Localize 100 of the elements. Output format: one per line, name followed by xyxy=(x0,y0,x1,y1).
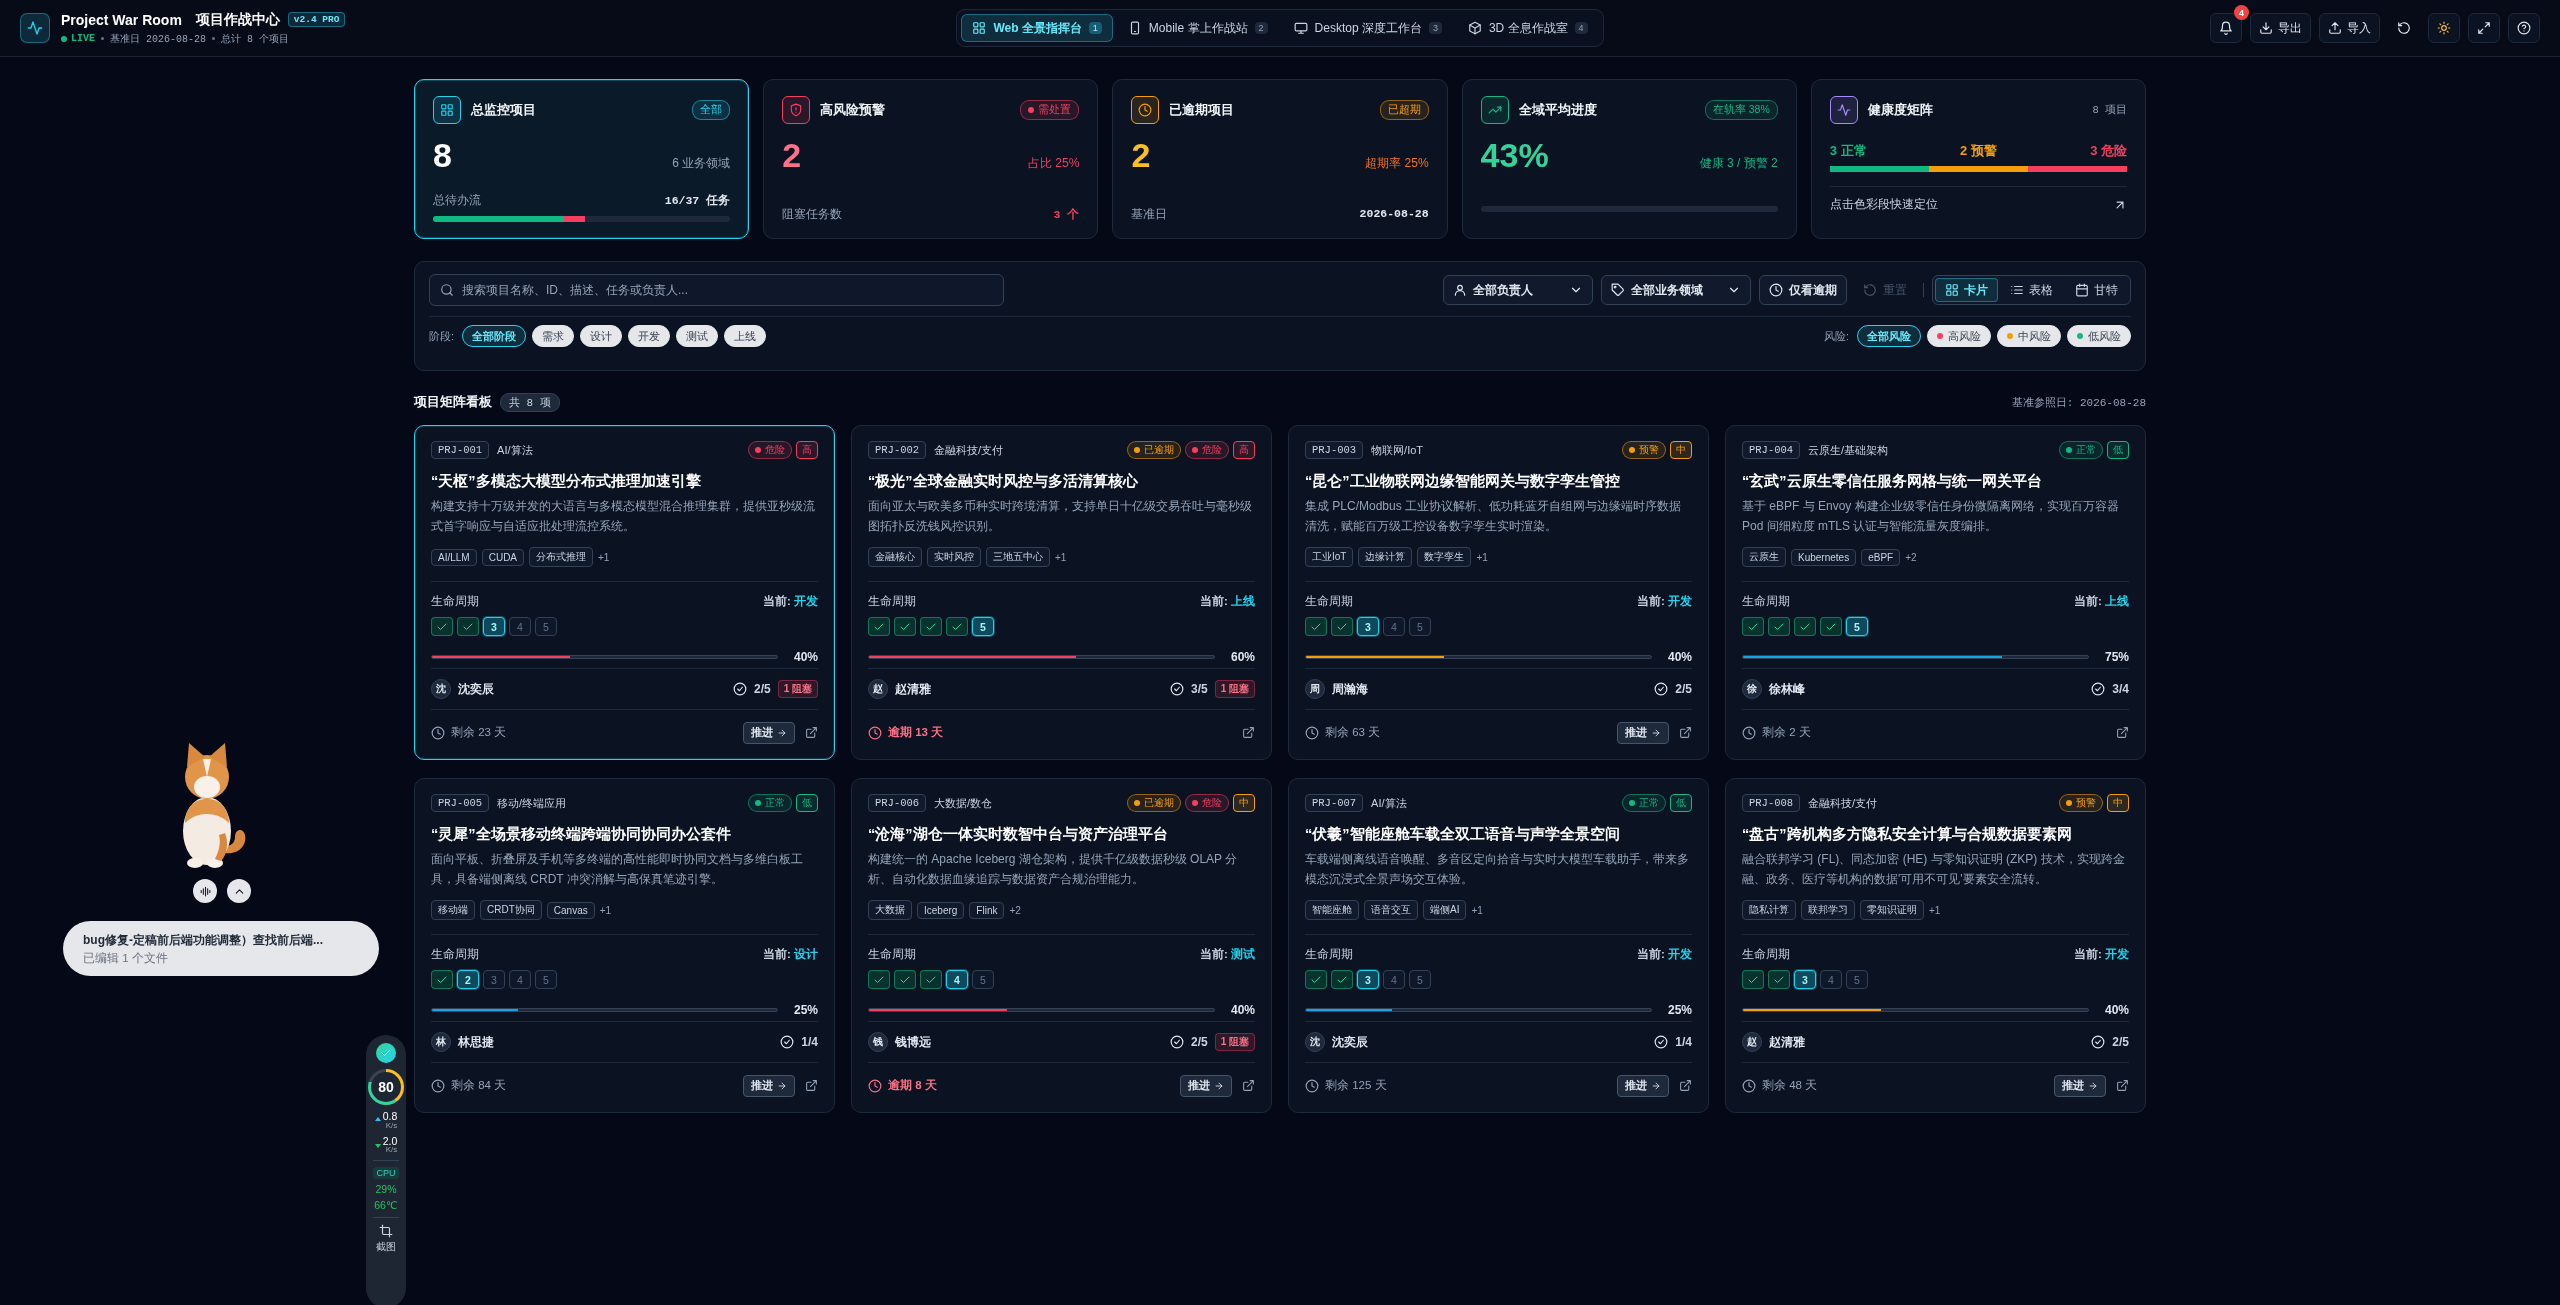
stat-card[interactable]: 全域平均进度 在轨率 38% 43% 健康 3 / 预警 2 xyxy=(1461,79,1797,239)
stage-chip[interactable]: 开发 xyxy=(628,325,671,347)
speed-unit: K/s xyxy=(385,1121,398,1130)
download-icon xyxy=(2259,21,2273,35)
collapse-button[interactable] xyxy=(227,879,251,903)
view-tab[interactable]: 3D 全息作战室 4 xyxy=(1456,14,1599,42)
tag: 端侧AI xyxy=(1423,900,1467,920)
risk-chip[interactable]: 低风险 xyxy=(2067,325,2131,347)
footer-label: 基准日 xyxy=(1131,207,1168,222)
project-card[interactable]: PRJ-008 金融科技/支付 预警 中 “盘古”跨机构多方隐私安全计算与合规数据要素网 融合联邦学习 (FL)、同态加密 (HE) 与零知识证明 (ZKP) 技术，实现跨金融、政务、医疗等机构的数据'可用不可见'要素安全流转。 隐私计算 联邦学习 零知识证明 +1 生命周期 当前: 开发 3 4 5 40% 赵 赵清雅 2/5 剩余 48 天 推进 xyxy=(1725,778,2146,1113)
lifecycle-label: 生命周期 xyxy=(1305,594,1353,609)
stage-step: 4 xyxy=(946,970,968,989)
search-field[interactable]: 搜索项目名称、ID、描述、任务或负责人... xyxy=(429,274,1004,306)
project-card[interactable]: PRJ-007 AI/算法 正常 低 “伏羲”智能座舱车载全双工语音与声学全景空间 车载端侧离线语音唤醒、多音区定向拾音与实时大模型车载助手，带来多模态沉浸式全景声场交互体验。 智能座舱 语音交互 端侧AI +1 生命周期 当前: 开发 3 4 5 25% 沈 沈奕辰 1/4 剩余 125 天 推进 xyxy=(1288,778,1709,1113)
project-id: PRJ-006 xyxy=(868,794,927,812)
sun-icon xyxy=(2437,21,2451,35)
external-link-icon[interactable] xyxy=(805,1079,818,1092)
more-tags: +1 xyxy=(1471,904,1483,916)
advance-button[interactable]: 推进 xyxy=(1617,721,1669,744)
cube-icon xyxy=(1467,21,1482,35)
project-card[interactable]: PRJ-003 物联网/IoT 预警 中 “昆仑”工业物联网边缘智能网关与数字孪生管控 集成 PLC/Modbus 工业协议解析、低功耗蓝牙自组网与边缘端时序数据清洗，赋能百万级工控设备数字孪生实时渲染。 工业IoT 边缘计算 数字孪生 +1 生命周期 当前: 开发 3 4 5 40% 周 周瀚海 2/5 剩余 63 天 推进 xyxy=(1288,425,1709,760)
tag: AI/LLM xyxy=(431,548,477,566)
clock-icon xyxy=(1742,1078,1756,1093)
owner-dropdown[interactable]: 全部负责人 xyxy=(1443,275,1593,305)
project-card[interactable]: PRJ-002 金融科技/支付 已逾期 危险 高 “极光”全球金融实时风控与多活清算核心 面向亚太与欧美多币种实时跨境清算，支持单日十亿级交易吞吐与毫秒级图拓扑反洗钱风控识别。 金融核心 实时风控 三地五中心 +1 生命周期 当前: 上线 5 60% 赵 赵清雅 3/5 1 阻塞 逾期 13 天 xyxy=(851,425,1272,760)
base-date: 基准日 2026-08-28 xyxy=(110,32,207,46)
external-link-icon[interactable] xyxy=(1242,1079,1255,1092)
overdue-toggle[interactable]: 仅看逾期 xyxy=(1759,275,1847,305)
expand-icon xyxy=(2477,21,2491,35)
screenshot-button[interactable]: 截图 xyxy=(376,1224,396,1254)
import-button[interactable]: 导入 xyxy=(2319,13,2380,43)
clock-icon xyxy=(1305,725,1319,740)
external-link-icon[interactable] xyxy=(2116,726,2129,739)
card-title: 高风险预警 xyxy=(820,101,887,119)
view-tab[interactable]: 卡片 xyxy=(1935,278,1998,302)
progress-percent: 40% xyxy=(1667,650,1692,664)
stat-card[interactable]: 总监控项目 全部 8 6 业务领域 总待办流 16/37 任务 xyxy=(414,79,750,239)
reference-date: 基准参照日: 2026-08-28 xyxy=(2011,396,2146,410)
advance-button[interactable]: 推进 xyxy=(743,1074,795,1097)
help-button[interactable] xyxy=(2508,13,2540,43)
cpu-label: CPU xyxy=(373,1167,399,1179)
tag: CRDT协同 xyxy=(480,900,542,920)
owner-name: 钱博远 xyxy=(895,1033,932,1051)
project-card[interactable]: PRJ-004 云原生/基础架构 正常 低 “玄武”云原生零信任服务网格与统一网关平台 基于 eBPF 与 Envoy 构建企业级零信任身份微隔离网络，实现百万容器 Pod 间细粒度 mTLS 认证与智能流量灰度编排。 云原生 Kubernetes eBPF +2 生命周期 当前: 上线 5 75% 徐 徐林峰 3/4 剩余 2 天 xyxy=(1725,425,2146,760)
risk-chip[interactable]: 中风险 xyxy=(1997,325,2061,347)
project-card[interactable]: PRJ-006 大数据/数仓 已逾期 危险 中 “沧海”湖仓一体实时数智中台与资产治理平台 构建统一的 Apache Iceberg 湖仓架构，提供千亿级数据秒级 OLAP 分析、自动化数据血缘追踪与数据资产合规治理能力。 大数据 Iceberg Flink +2 生命周期 当前: 测试 4 5 40% 钱 钱博远 2/5 1 阻塞 逾期 8 天 推进 xyxy=(851,778,1272,1113)
stat-card[interactable]: 健康度矩阵 8 项目 3 正常 2 预警 3 危险 点击色彩段快速定位 xyxy=(1810,79,2146,239)
project-card[interactable]: PRJ-001 AI/算法 危险 高 “天枢”多模态大模型分布式推理加速引擎 构建支持十万级并发的大语言与多模态模型混合推理集群，提供亚秒级流式首字响应与自适应批处理流控系统。 AI/LLM CUDA 分布式推理 +1 生命周期 当前: 开发 3 4 5 40% 沈 沈奕辰 2/5 1 阻塞 剩余 23 天 推进 xyxy=(414,425,835,760)
stat-card[interactable]: 高风险预警 需处置 2 占比 25% 阻塞任务数 3 个 xyxy=(763,79,1099,239)
grid-icon xyxy=(1945,283,1959,297)
upload-icon xyxy=(2328,21,2342,35)
task-count: 2/5 xyxy=(2112,1035,2129,1049)
grid-icon xyxy=(972,21,987,35)
external-link-icon[interactable] xyxy=(1679,726,1692,739)
tag: 语音交互 xyxy=(1364,900,1418,920)
status-badge: 已逾期 xyxy=(1127,441,1181,459)
stage-chip[interactable]: 设计 xyxy=(580,325,623,347)
project-id: PRJ-001 xyxy=(431,441,490,459)
stage-step: 2 xyxy=(457,970,479,989)
stage-chip[interactable]: 上线 xyxy=(724,325,767,347)
domain-dropdown[interactable]: 全部业务领域 xyxy=(1601,275,1751,305)
tag: eBPF xyxy=(1861,548,1901,566)
view-tab[interactable]: Desktop 深度工作台 3 xyxy=(1282,14,1453,42)
advance-button[interactable]: 推进 xyxy=(743,721,795,744)
cpu-usage: 29% xyxy=(375,1183,397,1195)
more-tags: +1 xyxy=(1476,551,1488,563)
risk-chip[interactable]: 高风险 xyxy=(1927,325,1991,347)
stage-chip[interactable]: 全部阶段 xyxy=(462,325,527,347)
view-tab[interactable]: 表格 xyxy=(2000,278,2063,302)
advance-button[interactable]: 推进 xyxy=(2054,1074,2106,1097)
lifecycle-label: 生命周期 xyxy=(1742,594,1790,609)
metric-value: 43% xyxy=(1480,138,1549,172)
task-bubble[interactable]: bug修复-定稿前后端功能调整）查找前后端... 已编辑 1 个文件 xyxy=(63,921,379,976)
advance-button[interactable]: 推进 xyxy=(1617,1074,1669,1097)
external-link-icon[interactable] xyxy=(2116,1079,2129,1092)
tag: 智能座舱 xyxy=(1305,900,1359,920)
voice-button[interactable] xyxy=(193,879,217,903)
external-link-icon[interactable] xyxy=(1242,726,1255,739)
fullscreen-button[interactable] xyxy=(2468,13,2500,43)
stage-chip[interactable]: 测试 xyxy=(676,325,719,347)
stage-step: 5 xyxy=(972,617,994,636)
project-description: 集成 PLC/Modbus 工业协议解析、低功耗蓝牙自组网与边缘端时序数据清洗，赋能百万级工控设备数字孪生实时渲染。 xyxy=(1305,498,1683,535)
risk-chip[interactable]: 全部风险 xyxy=(1857,325,1921,347)
export-button[interactable]: 导出 xyxy=(2250,13,2311,43)
stat-card[interactable]: 已逾期项目 已超期 2 超期率 25% 基准日 2026-08-28 xyxy=(1112,79,1448,239)
project-card[interactable]: PRJ-005 移动/终端应用 正常 低 “灵犀”全场景移动终端跨端协同协同办公套件 面向平板、折叠屏及手机等多终端的高性能即时协同文档与多维白板工具，具备端侧离线 CRDT 冲突消解与高保真笔迹引擎。 移动端 CRDT协同 Canvas +1 生命周期 当前: 设计 2 3 4 5 25% 林 林思捷 1/4 剩余 84 天 推进 xyxy=(414,778,835,1113)
arrow-right-icon xyxy=(2088,1080,2098,1091)
view-tab[interactable]: Web 全景指挥台 1 xyxy=(961,14,1113,42)
task-check-icon xyxy=(780,1035,795,1049)
stage-step: 4 xyxy=(1383,617,1405,636)
stage-chip[interactable]: 需求 xyxy=(532,325,575,347)
stage-step: 4 xyxy=(509,617,531,636)
view-tab[interactable]: 甘特 xyxy=(2065,278,2128,302)
external-link-icon[interactable] xyxy=(805,726,818,739)
project-id: PRJ-003 xyxy=(1305,441,1364,459)
external-link-icon[interactable] xyxy=(1679,1079,1692,1092)
task-check-icon xyxy=(1654,1035,1669,1049)
advance-button[interactable]: 推进 xyxy=(1180,1074,1232,1097)
view-tab[interactable]: Mobile 掌上作战站 2 xyxy=(1116,14,1279,42)
theme-button[interactable] xyxy=(2428,13,2460,43)
